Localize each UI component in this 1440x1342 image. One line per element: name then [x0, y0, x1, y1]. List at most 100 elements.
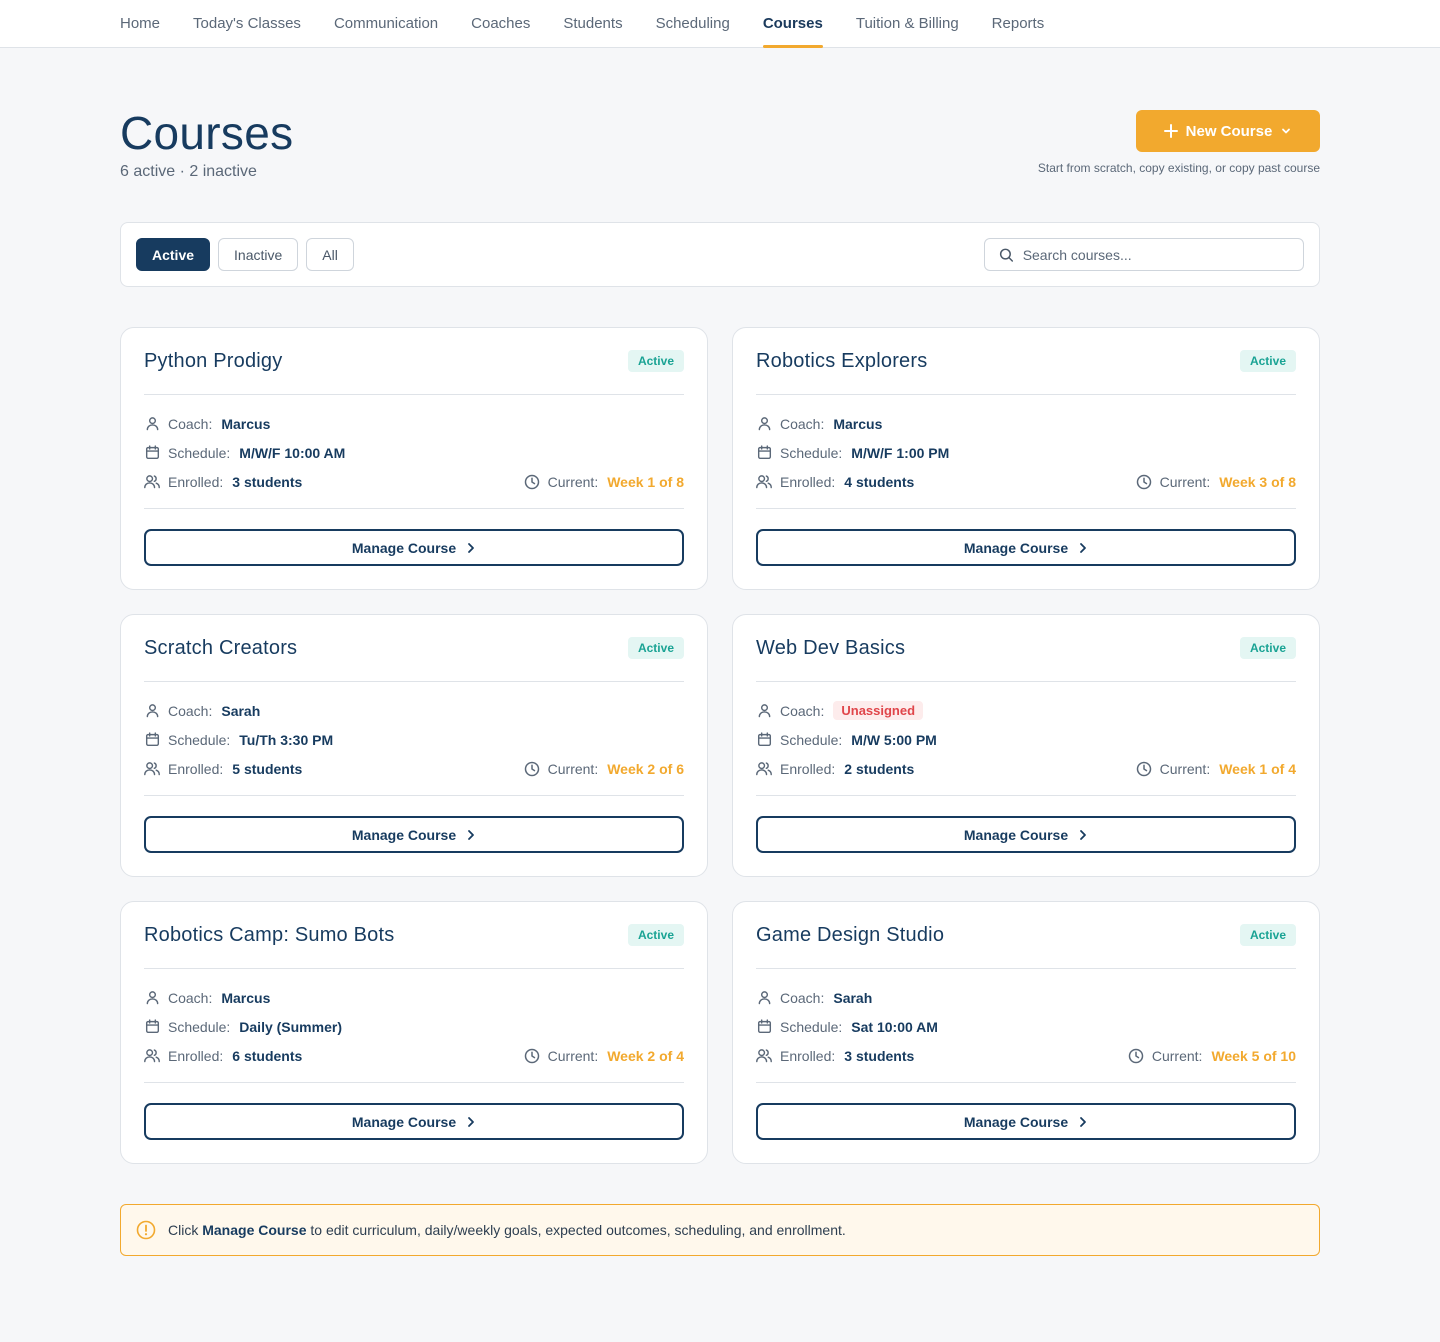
- manage-course-button[interactable]: Manage Course: [756, 1103, 1296, 1140]
- clock-icon: [1136, 474, 1152, 490]
- calendar-icon: [144, 732, 160, 748]
- enrolled-row: Enrolled: 2 students Current: Week 1 of …: [756, 754, 1296, 783]
- schedule-label: Schedule:: [780, 444, 843, 461]
- chevron-down-icon: [1282, 128, 1291, 134]
- coach-value: Marcus: [221, 989, 271, 1006]
- schedule-value: M/W/F 10:00 AM: [239, 444, 346, 461]
- calendar-icon: [756, 732, 772, 748]
- current-value: Week 5 of 10: [1211, 1047, 1296, 1064]
- new-course-button[interactable]: New Course: [1136, 110, 1320, 152]
- user-icon: [756, 990, 772, 1006]
- filter-bar: Active Inactive All: [120, 222, 1320, 287]
- course-details: Coach: Sarah Schedule: Sat 10:00 AM Enro…: [756, 969, 1296, 1083]
- alert-circle-icon: [136, 1220, 156, 1240]
- user-icon: [144, 416, 160, 432]
- nav-item-communication[interactable]: Communication: [334, 0, 438, 47]
- current-week: Current: Week 2 of 4: [524, 1048, 684, 1064]
- schedule-label: Schedule:: [780, 731, 843, 748]
- manage-course-label: Manage Course: [963, 539, 1069, 556]
- course-title: Game Design Studio: [756, 923, 945, 946]
- course-title: Web Dev Basics: [756, 636, 906, 659]
- schedule-label: Schedule:: [168, 444, 231, 461]
- course-card-footer: Manage Course: [756, 796, 1296, 876]
- current-label: Current:: [547, 760, 599, 777]
- manage-course-button[interactable]: Manage Course: [144, 816, 684, 853]
- calendar-icon: [144, 445, 160, 461]
- filter-inactive-button[interactable]: Inactive: [218, 238, 299, 271]
- coach-value: Marcus: [221, 415, 271, 432]
- course-card-footer: Manage Course: [144, 796, 684, 876]
- manage-course-button[interactable]: Manage Course: [756, 816, 1296, 853]
- nav-item-scheduling[interactable]: Scheduling: [656, 0, 730, 47]
- current-label: Current:: [1151, 1047, 1203, 1064]
- info-suffix: to edit curriculum, daily/weekly goals, …: [310, 1222, 846, 1238]
- course-details: Coach: Unassigned Schedule: M/W 5:00 PM …: [756, 682, 1296, 796]
- manage-course-button[interactable]: Manage Course: [144, 529, 684, 566]
- nav-item-coaches[interactable]: Coaches: [471, 0, 530, 47]
- course-card-header: Robotics Explorers Active: [756, 328, 1296, 395]
- course-title: Scratch Creators: [144, 636, 298, 659]
- clock-icon: [524, 1048, 540, 1064]
- enrolled-row: Enrolled: 3 students Current: Week 1 of …: [144, 467, 684, 496]
- page-header: Courses 6 active · 2 inactive New Course…: [0, 48, 1440, 222]
- course-card: Scratch Creators Active Coach: Sarah Sch…: [120, 614, 708, 877]
- enrolled-label: Enrolled:: [168, 473, 224, 490]
- course-title: Python Prodigy: [144, 349, 283, 372]
- schedule-row: Schedule: M/W/F 10:00 AM: [144, 438, 684, 467]
- nav-item-reports[interactable]: Reports: [992, 0, 1045, 47]
- schedule-row: Schedule: M/W/F 1:00 PM: [756, 438, 1296, 467]
- users-icon: [144, 1048, 160, 1064]
- manage-course-label: Manage Course: [963, 1113, 1069, 1130]
- status-badge: Active: [1239, 924, 1296, 946]
- clock-icon: [1128, 1048, 1144, 1064]
- calendar-icon: [756, 445, 772, 461]
- enrolled-label: Enrolled:: [780, 1047, 836, 1064]
- filter-active-button[interactable]: Active: [136, 238, 211, 271]
- current-label: Current:: [547, 473, 599, 490]
- manage-course-button[interactable]: Manage Course: [756, 529, 1296, 566]
- course-title: Robotics Explorers: [756, 349, 928, 372]
- search-input[interactable]: [1022, 246, 1289, 263]
- enrolled-row: Enrolled: 3 students Current: Week 5 of …: [756, 1041, 1296, 1070]
- current-value: Week 3 of 8: [1219, 473, 1296, 490]
- nav-item-todays-classes[interactable]: Today's Classes: [193, 0, 301, 47]
- enrolled-value: 3 students: [232, 473, 303, 490]
- schedule-row: Schedule: Daily (Summer): [144, 1012, 684, 1041]
- coach-row: Coach: Sarah: [756, 983, 1296, 1012]
- enrolled-value: 2 students: [844, 760, 915, 777]
- manage-course-button[interactable]: Manage Course: [144, 1103, 684, 1140]
- status-badge: Active: [627, 924, 684, 946]
- course-details: Coach: Sarah Schedule: Tu/Th 3:30 PM Enr…: [144, 682, 684, 796]
- course-card-footer: Manage Course: [144, 1083, 684, 1163]
- schedule-value: M/W 5:00 PM: [851, 731, 937, 748]
- schedule-label: Schedule:: [168, 1018, 231, 1035]
- manage-course-label: Manage Course: [351, 1113, 457, 1130]
- manage-course-label: Manage Course: [351, 826, 457, 843]
- nav-item-students[interactable]: Students: [563, 0, 622, 47]
- nav-item-tuition-billing[interactable]: Tuition & Billing: [856, 0, 959, 47]
- current-week: Current: Week 1 of 8: [524, 474, 684, 490]
- info-bold: Manage Course: [202, 1222, 307, 1238]
- nav-item-home[interactable]: Home: [120, 0, 160, 47]
- coach-row: Coach: Sarah: [144, 696, 684, 725]
- course-details: Coach: Marcus Schedule: Daily (Summer) E…: [144, 969, 684, 1083]
- schedule-label: Schedule:: [168, 731, 231, 748]
- schedule-value: M/W/F 1:00 PM: [851, 444, 950, 461]
- search-icon: [999, 248, 1014, 262]
- nav-item-courses[interactable]: Courses: [762, 0, 823, 48]
- users-icon: [144, 761, 160, 777]
- user-icon: [756, 703, 772, 719]
- user-icon: [756, 416, 772, 432]
- users-icon: [144, 474, 160, 490]
- status-badge: Active: [627, 350, 684, 372]
- info-banner: Click Manage Course to edit curriculum, …: [120, 1204, 1320, 1256]
- enrolled-row: Enrolled: 5 students Current: Week 2 of …: [144, 754, 684, 783]
- course-grid: Python Prodigy Active Coach: Marcus Sche…: [120, 327, 1320, 1164]
- info-prefix: Click: [168, 1222, 199, 1238]
- filter-all-button[interactable]: All: [306, 238, 354, 271]
- clock-icon: [1136, 761, 1152, 777]
- current-label: Current:: [547, 1047, 599, 1064]
- current-week: Current: Week 2 of 6: [524, 761, 684, 777]
- new-course-hint: Start from scratch, copy existing, or co…: [1037, 161, 1320, 175]
- enrolled-value: 5 students: [232, 760, 303, 777]
